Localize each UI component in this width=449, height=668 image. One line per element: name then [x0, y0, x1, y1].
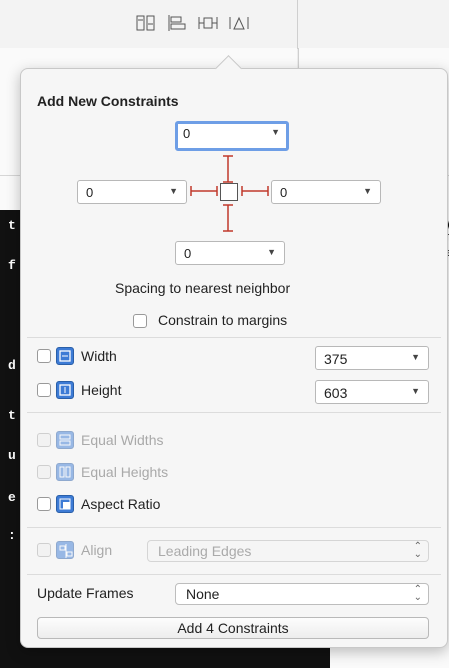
equal-heights-label: Equal Heights [81, 464, 169, 480]
chevron-down-icon: ▼ [363, 186, 372, 196]
code-fragment: e [8, 490, 16, 505]
align-checkbox[interactable] [37, 543, 51, 557]
divider [0, 175, 20, 176]
toolbar-divider [297, 0, 298, 48]
code-fragment: d [8, 358, 16, 373]
resolve-issues-icon[interactable] [229, 14, 249, 32]
right-strut-icon[interactable] [241, 185, 269, 197]
editor-toolbar [0, 0, 449, 49]
code-fragment: f [8, 258, 16, 273]
chevron-down-icon: ▼ [411, 352, 420, 362]
divider [27, 527, 441, 528]
top-strut-icon[interactable] [222, 155, 234, 183]
code-fragment: t [8, 408, 16, 423]
divider [27, 574, 441, 575]
equal-widths-label: Equal Widths [81, 432, 164, 448]
update-frames-select[interactable]: None ⌃ ⌄ [175, 583, 429, 605]
update-frames-label: Update Frames [37, 585, 134, 601]
align-icon[interactable] [167, 14, 187, 32]
align-icon [56, 541, 74, 559]
constrain-to-margins-checkbox[interactable] [133, 314, 147, 328]
height-icon [56, 381, 74, 399]
constrain-to-margins-label: Constrain to margins [158, 312, 288, 328]
equal-widths-icon [56, 431, 74, 449]
equal-heights-icon [56, 463, 74, 481]
left-strut-icon[interactable] [190, 185, 218, 197]
popover-title: Add New Constraints [37, 93, 179, 109]
width-checkbox[interactable] [37, 349, 51, 363]
pin-icon[interactable] [198, 14, 218, 32]
align-label: Align [81, 542, 113, 558]
stack-icon[interactable] [136, 14, 156, 32]
divider [27, 412, 441, 413]
bottom-strut-icon[interactable] [222, 204, 234, 232]
updown-chevron-icon: ⌃ ⌄ [413, 541, 422, 560]
code-fragment: : [8, 528, 16, 543]
height-checkbox[interactable] [37, 383, 51, 397]
right-spacing-field[interactable]: 0 ▼ [271, 180, 381, 204]
width-label: Width [81, 348, 117, 364]
equal-heights-checkbox[interactable] [37, 465, 51, 479]
add-constraints-popover: Add New Constraints 0 ▼ 0 ▼ 0 ▼ 0 ▼ Spac… [20, 68, 448, 648]
left-spacing-field[interactable]: 0 ▼ [77, 180, 187, 204]
chevron-down-icon: ▼ [169, 186, 178, 196]
aspect-ratio-label: Aspect Ratio [81, 496, 161, 512]
divider [27, 337, 441, 338]
chevron-down-icon: ▼ [267, 247, 276, 257]
add-constraints-button[interactable]: Add 4 Constraints [37, 617, 429, 639]
align-select[interactable]: Leading Edges ⌃ ⌄ [147, 540, 429, 562]
code-fragment: t [8, 218, 16, 233]
chevron-down-icon: ▼ [271, 127, 280, 137]
width-value-field[interactable]: 375 ▼ [315, 346, 429, 370]
spacing-caption: Spacing to nearest neighbor [115, 280, 291, 296]
top-spacing-field[interactable]: 0 ▼ [175, 121, 289, 151]
chevron-down-icon: ▼ [411, 386, 420, 396]
height-label: Height [81, 382, 122, 398]
code-fragment: u [8, 448, 16, 463]
aspect-ratio-checkbox[interactable] [37, 497, 51, 511]
height-value-field[interactable]: 603 ▼ [315, 380, 429, 404]
width-icon [56, 347, 74, 365]
view-placeholder [220, 183, 238, 201]
equal-widths-checkbox[interactable] [37, 433, 51, 447]
updown-chevron-icon: ⌃ ⌄ [413, 584, 422, 603]
aspect-ratio-icon [56, 495, 74, 513]
bottom-spacing-field[interactable]: 0 ▼ [175, 241, 285, 265]
